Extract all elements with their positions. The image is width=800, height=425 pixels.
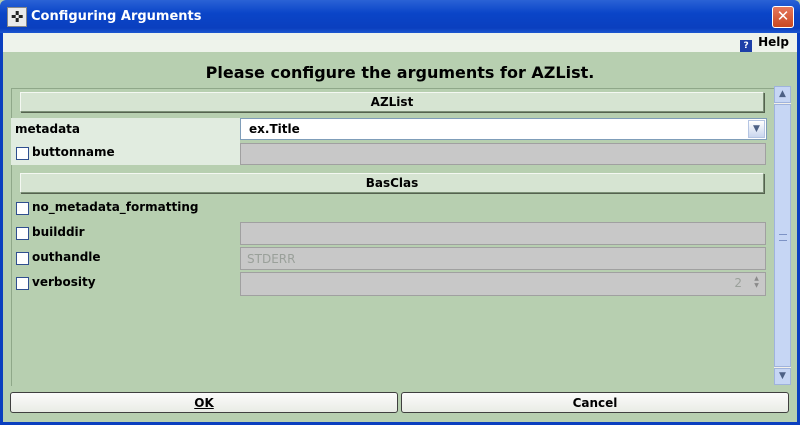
outhandle-checkbox[interactable] [16, 252, 29, 265]
grip-icon [779, 234, 787, 241]
metadata-label: metadata [15, 122, 80, 136]
ok-label: OK [194, 396, 214, 410]
scroll-up-icon[interactable]: ▲ [774, 86, 791, 103]
scroll-down-icon[interactable]: ▼ [774, 368, 791, 385]
buttonname-label: buttonname [32, 145, 115, 159]
outhandle-value: STDERR [247, 252, 296, 266]
verbosity-spinner[interactable]: 2 ▲ ▼ [240, 272, 766, 296]
metadata-value: ex.Title [249, 122, 300, 136]
ok-button[interactable]: OK [10, 392, 398, 413]
app-icon: ✜ [7, 7, 27, 27]
close-button[interactable]: ✕ [772, 6, 794, 28]
chevron-down-icon[interactable]: ▼ [748, 120, 765, 138]
cancel-button[interactable]: Cancel [401, 392, 789, 413]
verbosity-checkbox[interactable] [16, 277, 29, 290]
help-label: Help [758, 35, 789, 49]
section-header-azlist[interactable]: AZList [20, 92, 764, 112]
buttonname-checkbox[interactable] [16, 147, 29, 160]
vertical-scrollbar[interactable]: ▲ ▼ [774, 86, 791, 385]
page-title: Please configure the arguments for AZLis… [205, 63, 595, 82]
window-title: Configuring Arguments [31, 9, 202, 24]
outhandle-field[interactable]: STDERR [240, 247, 766, 270]
metadata-select[interactable]: ex.Title ▼ [240, 118, 767, 140]
builddir-label: builddir [32, 225, 85, 239]
help-menu[interactable]: ? Help [740, 35, 789, 53]
cancel-label: Cancel [572, 396, 618, 410]
verbosity-label: verbosity [32, 275, 96, 289]
title-bar: ✜ Configuring Arguments ✕ [0, 0, 800, 33]
builddir-checkbox[interactable] [16, 227, 29, 240]
spinner-arrows[interactable]: ▲ ▼ [750, 275, 763, 290]
builddir-field[interactable] [240, 222, 766, 245]
outhandle-label: outhandle [32, 250, 101, 264]
spin-down-icon[interactable]: ▼ [750, 282, 763, 289]
buttonname-field[interactable] [240, 143, 766, 165]
no-metadata-formatting-label: no_metadata_formatting [32, 200, 199, 214]
spin-up-icon[interactable]: ▲ [750, 275, 763, 282]
scrollbar-thumb[interactable] [774, 104, 791, 367]
menu-bar: ? Help [3, 33, 797, 53]
no-metadata-formatting-checkbox[interactable] [16, 202, 29, 215]
verbosity-value: 2 [734, 276, 742, 290]
section-header-basclas[interactable]: BasClas [20, 173, 764, 193]
